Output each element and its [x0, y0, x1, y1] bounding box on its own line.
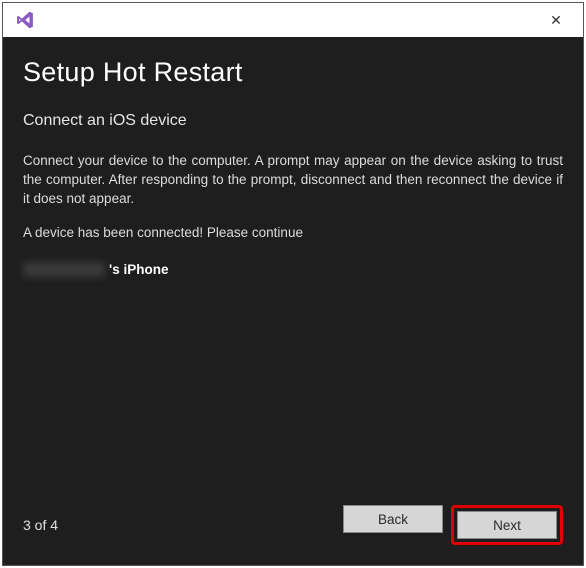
dialog-window: ✕ Setup Hot Restart Connect an iOS devic…	[2, 2, 584, 566]
next-button[interactable]: Next	[457, 511, 557, 539]
button-group: Back Next	[343, 505, 563, 545]
status-text: A device has been connected! Please cont…	[23, 225, 563, 240]
device-entry: 's iPhone	[23, 262, 563, 277]
close-button[interactable]: ✕	[541, 5, 571, 35]
subtitle: Connect an iOS device	[23, 112, 563, 130]
content-area: Setup Hot Restart Connect an iOS device …	[3, 37, 583, 565]
titlebar: ✕	[3, 3, 583, 37]
visual-studio-logo-icon	[15, 9, 37, 31]
close-icon: ✕	[550, 12, 562, 29]
device-name-suffix: 's iPhone	[109, 262, 168, 277]
redacted-owner-name	[23, 262, 105, 277]
highlight-annotation: Next	[451, 505, 563, 545]
page-indicator: 3 of 4	[23, 517, 58, 533]
page-title: Setup Hot Restart	[23, 57, 563, 88]
back-button[interactable]: Back	[343, 505, 443, 533]
instructions-text: Connect your device to the computer. A p…	[23, 152, 563, 209]
footer: 3 of 4 Back Next	[23, 505, 563, 545]
